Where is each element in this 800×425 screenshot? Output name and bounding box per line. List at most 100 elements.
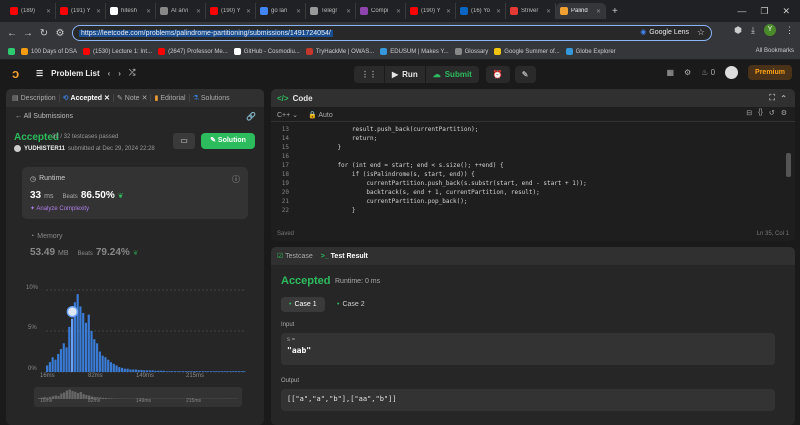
share-icon[interactable]: 🔗 <box>246 112 256 121</box>
problem-list-link[interactable]: Problem List <box>51 69 99 78</box>
chart-bar[interactable] <box>223 371 226 372</box>
chart-bar[interactable] <box>151 370 154 372</box>
chart-bar[interactable] <box>237 371 240 372</box>
chart-bar[interactable] <box>179 371 182 372</box>
browser-tab[interactable]: Striver ✕ <box>506 3 556 19</box>
bookmark-item[interactable]: Glossary <box>454 48 488 55</box>
chart-bar[interactable] <box>215 371 218 372</box>
all-submissions-link[interactable]: ← All Submissions <box>15 113 73 120</box>
chart-bar[interactable] <box>240 371 243 372</box>
chart-bar[interactable] <box>104 357 107 372</box>
tab-close-icon[interactable]: ✕ <box>396 8 401 15</box>
tab-accepted[interactable]: ⟲ Accepted ✕ <box>63 94 114 102</box>
url-text[interactable]: https://leetcode.com/problems/palindrome… <box>79 29 333 37</box>
chart-bar[interactable] <box>143 370 146 372</box>
bookmark-icon[interactable]: ⊟ <box>746 109 752 117</box>
back-icon[interactable]: ← <box>4 28 20 39</box>
chart-bar[interactable] <box>112 363 115 372</box>
bookmark-star-icon[interactable]: ☆ <box>697 27 705 38</box>
chart-bar[interactable] <box>123 368 126 372</box>
chart-bar[interactable] <box>198 371 201 372</box>
chart-bar[interactable] <box>115 365 118 372</box>
menu-icon[interactable]: ⋮ <box>785 25 794 36</box>
runtime-distribution-chart[interactable] <box>40 282 250 382</box>
chart-bar[interactable] <box>59 349 63 372</box>
chart-bar[interactable] <box>173 371 176 372</box>
minimize-icon[interactable]: — <box>737 6 746 16</box>
tab-description[interactable]: ▤ Description <box>12 94 60 102</box>
user-avatar[interactable] <box>725 66 739 79</box>
notes-icon[interactable]: ✎ <box>514 66 536 83</box>
submit-button[interactable]: ☁ Submit <box>425 66 479 83</box>
alarm-icon[interactable]: ⏰ <box>485 66 510 83</box>
chart-bar[interactable] <box>96 343 99 372</box>
chart-bar[interactable] <box>68 326 71 372</box>
browser-tab[interactable]: Telegr ✕ <box>306 3 356 19</box>
chart-bar[interactable] <box>234 371 238 372</box>
chart-bar[interactable] <box>62 343 65 372</box>
bookmark-item[interactable]: GitHub - Cosmodiu... <box>233 48 300 55</box>
shuffle-icon[interactable]: ⤮ <box>129 68 135 78</box>
chart-bar[interactable] <box>109 362 113 372</box>
tab-test-result[interactable]: >_ Test Result <box>321 253 368 260</box>
chart-bar[interactable] <box>196 371 199 372</box>
chart-bar[interactable] <box>76 294 79 372</box>
info-icon[interactable]: ⓘ <box>232 174 240 185</box>
chart-bar[interactable] <box>65 347 68 372</box>
tab-close-icon[interactable]: ✕ <box>296 8 301 15</box>
chart-bar[interactable] <box>48 362 51 372</box>
layout-icon[interactable]: ▦ <box>666 68 674 77</box>
chart-bar[interactable] <box>193 371 196 372</box>
chart-bar[interactable] <box>190 371 193 372</box>
chart-bar[interactable] <box>126 368 129 372</box>
extension-icon[interactable]: ⬢ <box>734 25 742 36</box>
chart-bar[interactable] <box>226 371 229 372</box>
chart-bar[interactable] <box>148 370 151 372</box>
chart-bar[interactable] <box>232 371 235 372</box>
solution-button[interactable]: ✎ Solution <box>201 133 255 149</box>
collapse-icon[interactable]: ⌃ <box>780 94 787 103</box>
chart-bar[interactable] <box>146 370 149 372</box>
chart-bar[interactable] <box>71 318 74 372</box>
chart-bar[interactable] <box>118 367 121 372</box>
profile-avatar[interactable]: Y <box>764 24 776 36</box>
chart-bar[interactable] <box>134 369 138 372</box>
chart-bar[interactable] <box>221 371 224 372</box>
site-info-icon[interactable]: ⚙ <box>52 28 68 39</box>
close-tab-icon[interactable]: ✕ <box>142 94 148 102</box>
tab-editorial[interactable]: ▮ Editorial <box>154 94 190 102</box>
close-icon[interactable]: ✕ <box>782 6 790 17</box>
browser-tab[interactable]: hitesh ✕ <box>106 3 156 19</box>
chart-bar[interactable] <box>90 331 93 372</box>
bookmark-item[interactable]: 100 Days of DSA <box>21 48 77 55</box>
browser-tab[interactable]: AI arvi ✕ <box>156 3 206 19</box>
streak-counter[interactable]: ♨ 0 <box>701 68 715 77</box>
forward-icon[interactable]: → <box>20 28 36 39</box>
bookmark-item[interactable]: EDUSUM | Makes Y... <box>380 48 449 55</box>
chart-bar[interactable] <box>57 353 60 372</box>
braces-icon[interactable]: {} <box>758 109 763 117</box>
chart-bar[interactable] <box>171 371 174 372</box>
chart-bar[interactable] <box>218 371 221 372</box>
runtime-card[interactable]: ◷ Runtime ⓘ 33 ms Beats 86.50% ❦ ✦ Analyz… <box>22 167 248 219</box>
chart-bar[interactable] <box>137 369 140 372</box>
author-name[interactable]: YUDHISTER11 <box>24 146 65 152</box>
language-select[interactable]: C++ ⌄ <box>277 111 298 119</box>
chart-bar[interactable] <box>209 371 213 372</box>
chart-bar[interactable] <box>157 370 160 372</box>
chart-bar[interactable] <box>132 369 135 372</box>
run-button[interactable]: ▶ Run <box>385 66 425 83</box>
google-lens-button[interactable]: ◉ Google Lens <box>640 28 689 37</box>
address-bar[interactable]: https://leetcode.com/problems/palindrome… <box>72 25 712 41</box>
note-button[interactable]: ▭ <box>173 133 195 149</box>
chart-bar[interactable] <box>243 371 246 372</box>
tab-close-icon[interactable]: ✕ <box>546 8 551 15</box>
bookmark-item[interactable]: (1530) Lecture 1: Int... <box>83 48 152 55</box>
prev-problem-icon[interactable]: ‹ <box>108 69 111 78</box>
bookmark-item[interactable]: TryHackMe | OWAS... <box>305 48 374 55</box>
reload-icon[interactable]: ↻ <box>36 28 52 39</box>
case-1-tab[interactable]: • Case 1 <box>281 297 325 312</box>
chart-range-slider[interactable]: 16ms 82ms 149ms 215ms <box>34 387 242 407</box>
chart-bar[interactable] <box>54 359 57 372</box>
chart-bar[interactable] <box>129 369 132 372</box>
